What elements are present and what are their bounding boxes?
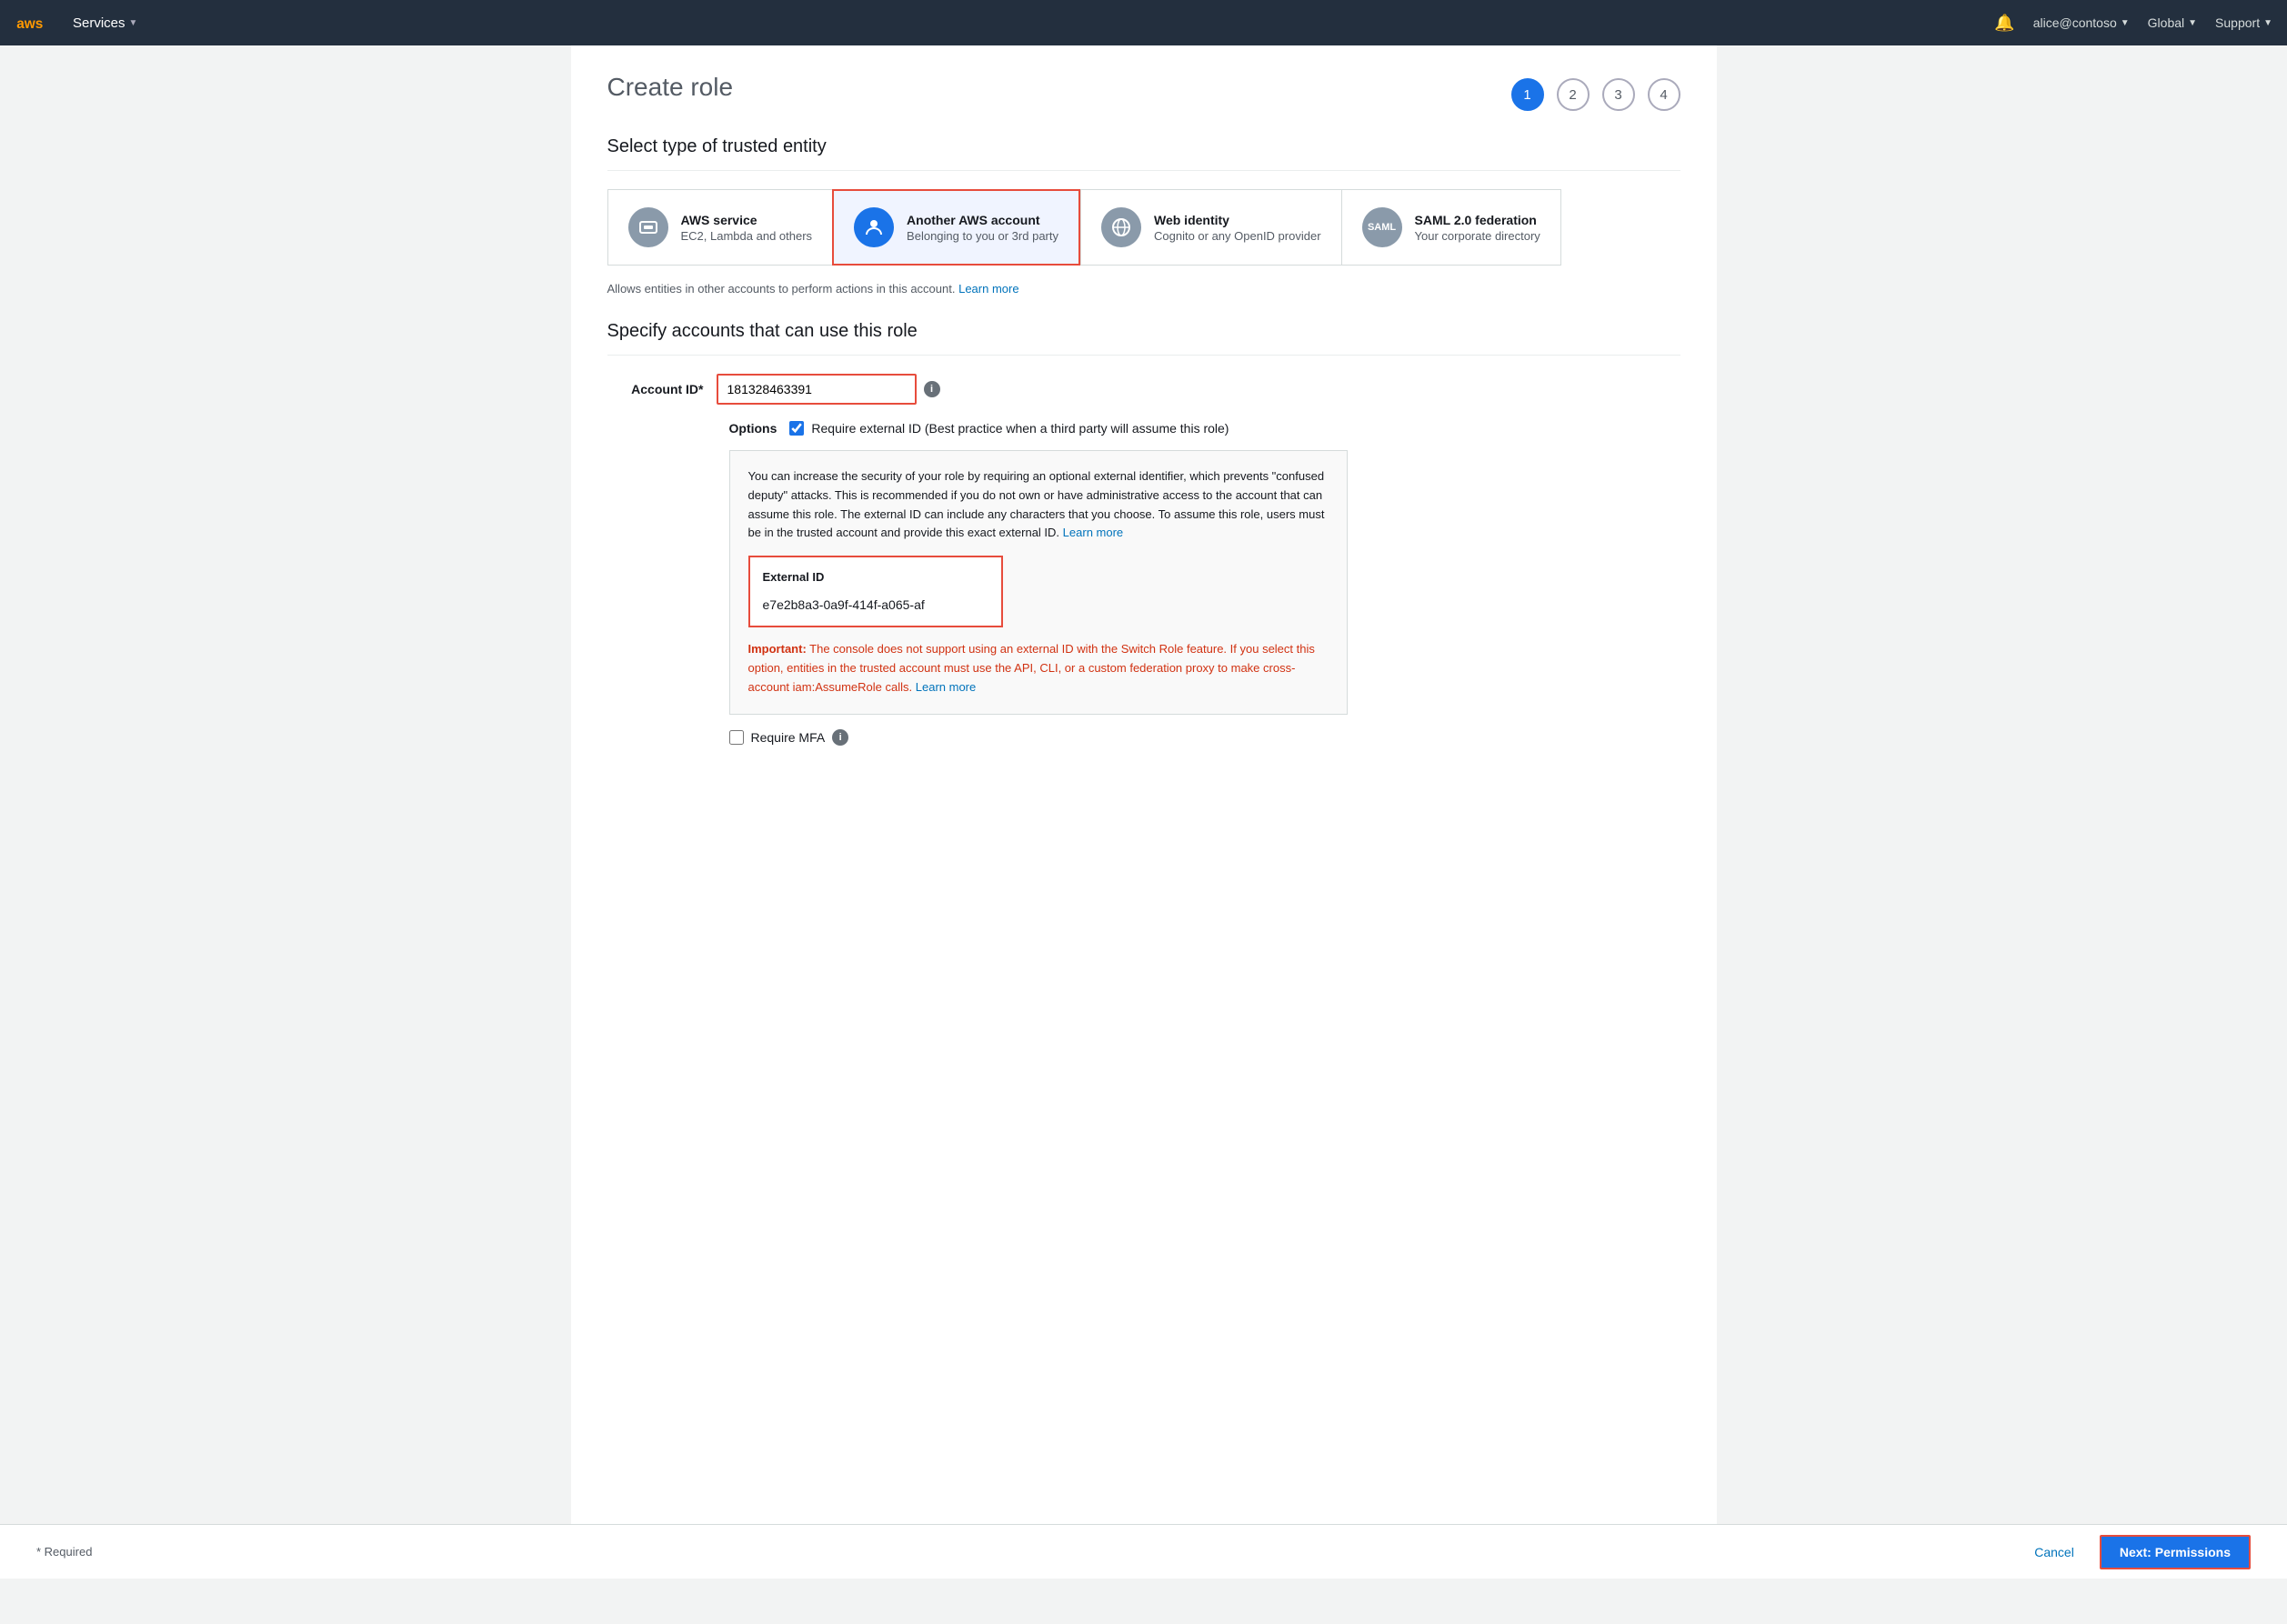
another-account-subtitle: Belonging to you or 3rd party — [907, 229, 1058, 243]
svg-text:aws: aws — [16, 16, 43, 32]
section1-divider — [607, 170, 1680, 171]
account-id-info-icon[interactable]: i — [924, 381, 940, 397]
another-account-icon — [854, 207, 894, 247]
entity-cards: AWS service EC2, Lambda and others Anoth… — [607, 189, 1680, 266]
require-external-id-row: Require external ID (Best practice when … — [789, 421, 1229, 436]
entity-card-aws-service[interactable]: AWS service EC2, Lambda and others — [607, 189, 833, 266]
region-label: Global — [2148, 15, 2184, 30]
section1-learn-more-link[interactable]: Learn more — [958, 282, 1018, 296]
services-label: Services — [73, 15, 125, 31]
user-label: alice@contoso — [2033, 15, 2117, 30]
step-3[interactable]: 3 — [1602, 78, 1635, 111]
entity-card-another-aws-account[interactable]: Another AWS account Belonging to you or … — [832, 189, 1080, 266]
require-mfa-label[interactable]: Require MFA — [751, 730, 826, 745]
page-title: Create role — [607, 73, 734, 102]
section2: Specify accounts that can use this role … — [607, 321, 1680, 746]
section1-title: Select type of trusted entity — [607, 136, 1680, 157]
bell-icon[interactable]: 🔔 — [1994, 14, 2014, 33]
web-identity-title: Web identity — [1154, 213, 1321, 227]
account-id-label: Account ID* — [607, 382, 717, 396]
saml-icon: SAML — [1362, 207, 1402, 247]
mfa-row: Require MFA i — [729, 729, 1680, 746]
support-caret: ▼ — [2263, 18, 2272, 28]
external-id-info-box: You can increase the security of your ro… — [729, 450, 1348, 715]
required-note: * Required — [36, 1545, 92, 1559]
important-body: The console does not support using an ex… — [748, 642, 1315, 694]
section2-divider — [607, 355, 1680, 356]
web-identity-subtitle: Cognito or any OpenID provider — [1154, 229, 1321, 243]
saml-text: SAML 2.0 federation Your corporate direc… — [1415, 213, 1540, 243]
section1-description: Allows entities in other accounts to per… — [607, 282, 1680, 296]
important-learn-more[interactable]: Learn more — [916, 680, 976, 694]
support-menu[interactable]: Support ▼ — [2215, 15, 2272, 30]
nav-left: aws Services ▼ — [15, 10, 137, 35]
footer-buttons: Cancel Next: Permissions — [2021, 1535, 2251, 1569]
info-box-learn-more[interactable]: Learn more — [1063, 526, 1123, 539]
web-identity-text: Web identity Cognito or any OpenID provi… — [1154, 213, 1321, 243]
saml-subtitle: Your corporate directory — [1415, 229, 1540, 243]
next-permissions-button[interactable]: Next: Permissions — [2100, 1535, 2251, 1569]
support-label: Support — [2215, 15, 2260, 30]
services-caret: ▼ — [129, 18, 138, 28]
account-id-input[interactable] — [717, 374, 917, 405]
region-caret: ▼ — [2188, 18, 2197, 28]
external-id-box: External ID e7e2b8a3-0a9f-414f-a065-af — [748, 556, 1003, 627]
require-mfa-checkbox[interactable] — [729, 730, 744, 745]
services-menu[interactable]: Services ▼ — [73, 15, 137, 31]
aws-service-subtitle: EC2, Lambda and others — [681, 229, 813, 243]
web-identity-icon — [1101, 207, 1141, 247]
important-label: Important: — [748, 642, 807, 656]
main-content: Create role 1 2 3 4 Select type of trust… — [571, 45, 1717, 1524]
options-row: Options Require external ID (Best practi… — [729, 421, 1680, 436]
aws-service-icon — [628, 207, 668, 247]
require-external-id-checkbox[interactable] — [789, 421, 804, 436]
step-indicators: 1 2 3 4 — [1511, 78, 1680, 111]
aws-service-title: AWS service — [681, 213, 813, 227]
user-menu[interactable]: alice@contoso ▼ — [2033, 15, 2130, 30]
entity-card-web-identity[interactable]: Web identity Cognito or any OpenID provi… — [1080, 189, 1341, 266]
mfa-info-icon[interactable]: i — [832, 729, 848, 746]
aws-service-text: AWS service EC2, Lambda and others — [681, 213, 813, 243]
external-id-label: External ID — [763, 568, 988, 587]
external-id-value: e7e2b8a3-0a9f-414f-a065-af — [763, 595, 988, 615]
cancel-button[interactable]: Cancel — [2021, 1538, 2087, 1567]
nav-right: 🔔 alice@contoso ▼ Global ▼ Support ▼ — [1994, 14, 2272, 33]
options-label: Options — [729, 421, 790, 436]
saml-title: SAML 2.0 federation — [1415, 213, 1540, 227]
entity-card-saml[interactable]: SAML SAML 2.0 federation Your corporate … — [1341, 189, 1561, 266]
step-1[interactable]: 1 — [1511, 78, 1544, 111]
section2-title: Specify accounts that can use this role — [607, 321, 1680, 342]
step-4[interactable]: 4 — [1648, 78, 1680, 111]
important-text-block: Important: The console does not support … — [748, 640, 1329, 697]
another-account-text: Another AWS account Belonging to you or … — [907, 213, 1058, 243]
require-external-id-label[interactable]: Require external ID (Best practice when … — [811, 421, 1229, 436]
aws-logo[interactable]: aws — [15, 10, 55, 35]
another-account-title: Another AWS account — [907, 213, 1058, 227]
nav-bar: aws Services ▼ 🔔 alice@contoso ▼ Global … — [0, 0, 2287, 45]
page-footer: * Required Cancel Next: Permissions — [0, 1524, 2287, 1579]
account-id-row: Account ID* i — [607, 374, 1680, 405]
user-caret: ▼ — [2121, 18, 2130, 28]
step-2[interactable]: 2 — [1557, 78, 1590, 111]
page-header: Create role 1 2 3 4 — [607, 73, 1680, 111]
info-box-text: You can increase the security of your ro… — [748, 469, 1325, 539]
account-id-input-wrap: i — [717, 374, 940, 405]
region-menu[interactable]: Global ▼ — [2148, 15, 2197, 30]
